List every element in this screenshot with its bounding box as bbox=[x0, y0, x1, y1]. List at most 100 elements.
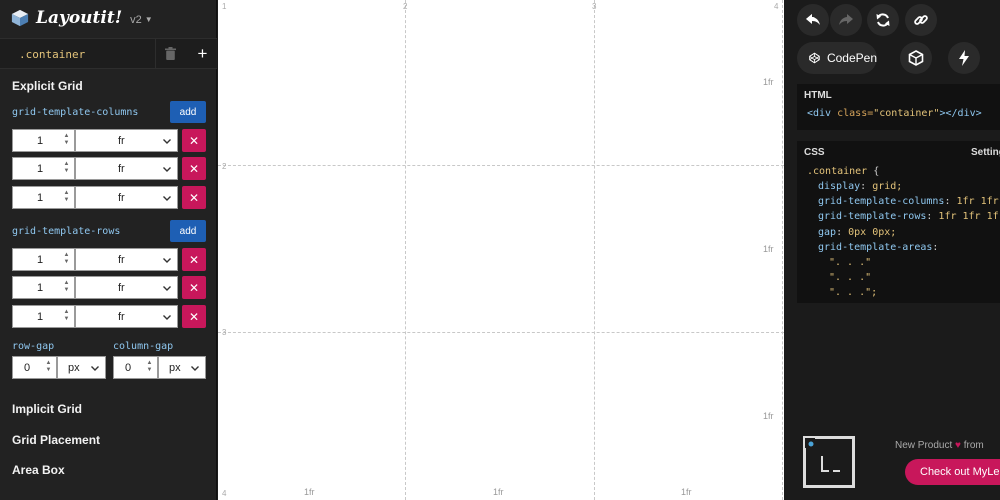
stepper-icon[interactable]: ▲ ▼ bbox=[62, 161, 71, 176]
column-line-number: 2 bbox=[403, 2, 408, 11]
css-code-panel: CSS Settings .container { display: grid;… bbox=[797, 141, 1000, 303]
column-unit-select[interactable]: fr bbox=[75, 157, 178, 180]
row-value-input[interactable]: 1 ▲ ▼ bbox=[12, 305, 75, 328]
chevron-down-icon bbox=[163, 258, 171, 263]
codepen-label: CodePen bbox=[826, 51, 877, 65]
delete-column-button[interactable]: ✕ bbox=[182, 157, 206, 180]
row-unit-select[interactable]: fr bbox=[75, 276, 178, 299]
column-grid-line bbox=[405, 0, 406, 500]
delete-row-button[interactable]: ✕ bbox=[182, 305, 206, 328]
chevron-down-icon bbox=[191, 366, 199, 371]
stepper-icon[interactable]: ▲ ▼ bbox=[62, 133, 71, 148]
css-code-line[interactable]: display: grid; bbox=[818, 181, 902, 192]
column-unit-select[interactable]: fr bbox=[75, 129, 178, 152]
section-implicit-grid[interactable]: Implicit Grid bbox=[12, 402, 82, 416]
css-area-line[interactable]: ". . ."; bbox=[829, 287, 877, 298]
stepper-icon[interactable]: ▲ ▼ bbox=[62, 252, 71, 267]
column-unit-select[interactable]: fr bbox=[75, 186, 178, 209]
css-area-line[interactable]: ". . ." bbox=[829, 272, 871, 283]
stackblitz-button[interactable] bbox=[948, 42, 980, 74]
column-gap-label: column-gap bbox=[113, 341, 174, 352]
html-code-line[interactable]: <div class="container"></div> bbox=[807, 108, 982, 119]
column-value-input[interactable]: 1 ▲ ▼ bbox=[12, 129, 75, 152]
trash-icon[interactable] bbox=[155, 39, 185, 68]
chevron-down-icon[interactable]: ▼ bbox=[145, 15, 153, 24]
row-unit-select[interactable]: fr bbox=[75, 248, 178, 271]
right-panel: CodePen HTML <div class="container"></di… bbox=[784, 0, 1000, 500]
promo-button[interactable]: Check out MyLe bbox=[905, 459, 1000, 485]
row-value-input[interactable]: 1 ▲ ▼ bbox=[12, 276, 75, 299]
row-line-number: 3 bbox=[222, 328, 227, 337]
codepen-icon bbox=[809, 52, 820, 64]
column-gap-unit-select[interactable]: px bbox=[158, 356, 206, 379]
version-select[interactable]: v2 bbox=[130, 14, 142, 26]
delete-column-button[interactable]: ✕ bbox=[182, 186, 206, 209]
css-panel-title: CSS bbox=[804, 147, 825, 158]
stepper-icon[interactable]: ▲ ▼ bbox=[62, 190, 71, 205]
css-code-line[interactable]: gap: 0px 0px; bbox=[818, 227, 896, 238]
stepper-icon[interactable]: ▲ ▼ bbox=[62, 280, 71, 295]
stepper-icon[interactable]: ▲ ▼ bbox=[62, 309, 71, 324]
selector-name[interactable]: .container bbox=[19, 48, 85, 61]
add-column-button[interactable]: add bbox=[170, 101, 206, 123]
row-line-number: 4 bbox=[222, 489, 227, 498]
section-explicit-grid[interactable]: Explicit Grid bbox=[12, 79, 83, 93]
app-logo-text: Layoutit! bbox=[36, 8, 123, 28]
lightning-icon bbox=[959, 50, 969, 66]
delete-row-button[interactable]: ✕ bbox=[182, 248, 206, 271]
row-value-input[interactable]: 1 ▲ ▼ bbox=[12, 248, 75, 271]
delete-row-button[interactable]: ✕ bbox=[182, 276, 206, 299]
codesandbox-button[interactable] bbox=[900, 42, 932, 74]
row-track-row: 1 ▲ ▼ fr ✕ bbox=[12, 248, 206, 271]
html-panel-title: HTML bbox=[804, 90, 832, 101]
box-icon bbox=[908, 50, 924, 66]
css-code-line[interactable]: grid-template-areas: bbox=[818, 242, 944, 253]
row-grid-line bbox=[218, 165, 784, 166]
stepper-icon[interactable]: ▲ ▼ bbox=[44, 360, 53, 375]
brand: Layoutit! v2 ▼ bbox=[11, 6, 153, 30]
selector-row: .container + bbox=[0, 38, 217, 69]
column-track-row: 1 ▲ ▼ fr ✕ bbox=[12, 157, 206, 180]
codepen-button[interactable]: CodePen bbox=[797, 42, 877, 74]
link-icon bbox=[914, 15, 928, 25]
column-track-row: 1 ▲ ▼ fr ✕ bbox=[12, 129, 206, 152]
promo-text: New Product ♥ from bbox=[895, 440, 984, 451]
row-unit-select[interactable]: fr bbox=[75, 305, 178, 328]
row-line-number: 2 bbox=[222, 162, 227, 171]
column-value-input[interactable]: 1 ▲ ▼ bbox=[12, 157, 75, 180]
reset-button[interactable] bbox=[867, 4, 899, 36]
grid-canvas[interactable]: 1 2 3 4 2 3 4 1fr 1fr 1fr 1fr 1fr 1fr bbox=[218, 0, 784, 500]
row-gap-unit-select[interactable]: px bbox=[57, 356, 106, 379]
redo-button[interactable] bbox=[830, 4, 862, 36]
row-track-row: 1 ▲ ▼ fr ✕ bbox=[12, 276, 206, 299]
css-code-line[interactable]: grid-template-rows: 1fr 1fr 1fr; bbox=[818, 211, 1000, 222]
row-track-size: 1fr bbox=[763, 244, 774, 254]
stepper-icon[interactable]: ▲ ▼ bbox=[145, 360, 154, 375]
column-value-input[interactable]: 1 ▲ ▼ bbox=[12, 186, 75, 209]
row-gap-input[interactable]: 0 ▲ ▼ bbox=[12, 356, 57, 379]
chevron-down-icon bbox=[163, 139, 171, 144]
css-code-line[interactable]: grid-template-columns: 1fr 1fr 1fr; bbox=[818, 196, 1000, 207]
css-area-line[interactable]: ". . ." bbox=[829, 257, 871, 268]
column-line-number: 3 bbox=[592, 2, 597, 11]
grid-template-rows-label: grid-template-rows bbox=[12, 226, 121, 237]
add-row-button[interactable]: add bbox=[170, 220, 206, 242]
undo-button[interactable] bbox=[797, 4, 829, 36]
column-track-size: 1fr bbox=[681, 487, 692, 497]
column-track-size: 1fr bbox=[493, 487, 504, 497]
css-code-line[interactable]: .container { bbox=[807, 166, 879, 177]
settings-button[interactable]: Settings bbox=[971, 147, 1000, 158]
row-track-row: 1 ▲ ▼ fr ✕ bbox=[12, 305, 206, 328]
share-link-button[interactable] bbox=[905, 4, 937, 36]
column-track-row: 1 ▲ ▼ fr ✕ bbox=[12, 186, 206, 209]
add-selector-button[interactable]: + bbox=[188, 39, 217, 68]
delete-column-button[interactable]: ✕ bbox=[182, 129, 206, 152]
html-code-panel: HTML <div class="container"></div> bbox=[797, 84, 1000, 130]
undo-icon bbox=[806, 14, 820, 25]
column-track-size: 1fr bbox=[304, 487, 315, 497]
chevron-down-icon bbox=[163, 167, 171, 172]
section-grid-placement[interactable]: Grid Placement bbox=[12, 433, 100, 447]
chevron-down-icon bbox=[163, 196, 171, 201]
section-area-box[interactable]: Area Box bbox=[12, 463, 65, 477]
column-gap-input[interactable]: 0 ▲ ▼ bbox=[113, 356, 158, 379]
